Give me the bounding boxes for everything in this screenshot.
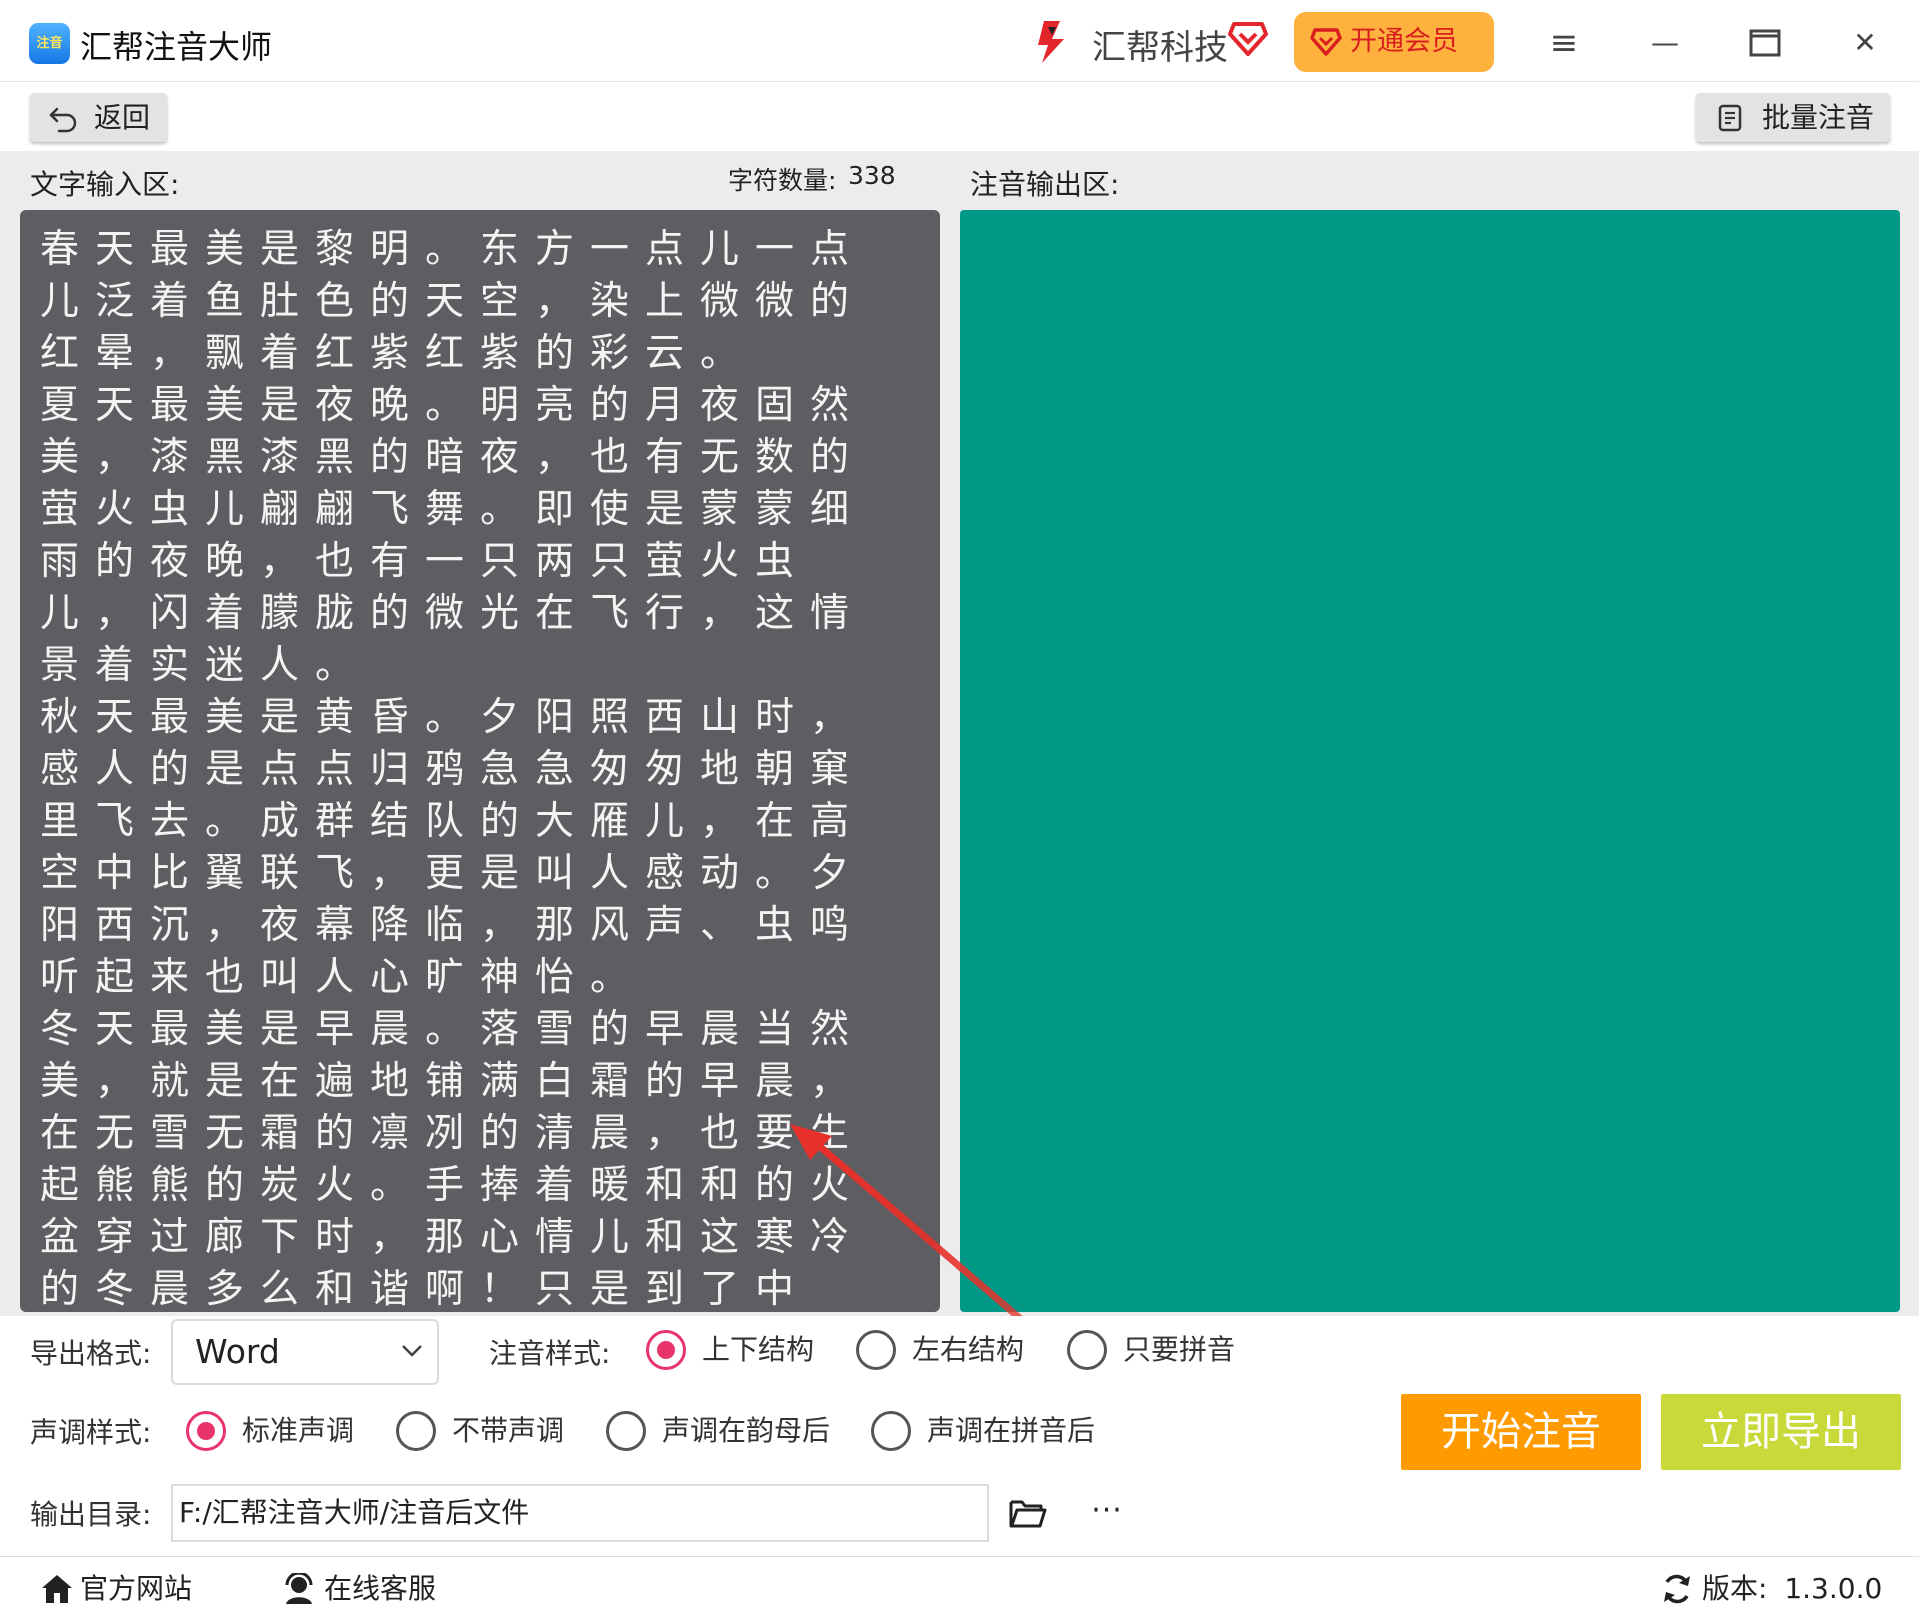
- char-count-value: 338: [848, 161, 896, 190]
- back-button[interactable]: 返回: [30, 93, 167, 142]
- batch-annotate-label: 批量注音: [1762, 101, 1875, 134]
- export-format-select[interactable]: Word: [171, 1319, 439, 1385]
- refresh-icon: [1664, 1574, 1690, 1604]
- online-service-link[interactable]: 在线客服: [282, 1569, 436, 1609]
- tone-option-after-final[interactable]: 声调在韵母后: [606, 1411, 830, 1451]
- radio-unselected-icon: [856, 1330, 896, 1370]
- vip-button[interactable]: 开通会员: [1294, 12, 1494, 72]
- back-button-label: 返回: [94, 101, 151, 134]
- tone-option-after-pinyin[interactable]: 声调在拼音后: [871, 1411, 1095, 1451]
- input-area-label: 文字输入区:: [30, 168, 180, 201]
- radio-unselected-icon: [606, 1411, 646, 1451]
- style-option-label: 上下结构: [702, 1333, 815, 1366]
- work-area: 文字输入区: 字符数量: 338 注音输出区: 春天最美是黎明。东方一点儿一点儿…: [0, 151, 1919, 1460]
- tone-option-standard[interactable]: 标准声调: [186, 1411, 354, 1451]
- output-dir-field[interactable]: F:/汇帮注音大师/注音后文件: [171, 1484, 989, 1542]
- tone-option-none[interactable]: 不带声调: [396, 1411, 564, 1451]
- app-title: 汇帮注音大师: [80, 28, 273, 66]
- official-website-label: 官方网站: [80, 1572, 193, 1605]
- title-bar: 注音 汇帮注音大师 汇帮科技 开通会员 ≡ — ✕: [0, 0, 1919, 82]
- brand-logo-icon: [1038, 21, 1064, 63]
- folder-open-icon[interactable]: [1008, 1496, 1048, 1530]
- tone-option-label: 标准声调: [242, 1414, 355, 1447]
- tone-option-label: 声调在韵母后: [662, 1414, 831, 1447]
- settings-panel: 导出格式: Word 注音样式: 上下结构 左右结构 只要拼音 声调样式: 标准…: [0, 1316, 1919, 1556]
- export-format-value: Word: [195, 1332, 280, 1371]
- radio-unselected-icon: [1067, 1330, 1107, 1370]
- customer-service-icon: [285, 1573, 313, 1604]
- diamond-icon: [1310, 28, 1342, 56]
- diamond-badge-icon: [1228, 22, 1268, 56]
- maximize-glyph: [1749, 29, 1781, 57]
- close-icon[interactable]: ✕: [1840, 18, 1890, 68]
- start-annotate-button[interactable]: 开始注音: [1401, 1394, 1641, 1470]
- export-now-button[interactable]: 立即导出: [1661, 1394, 1901, 1470]
- version-value: 1.3.0.0: [1784, 1572, 1883, 1605]
- chevron-down-icon: [402, 1345, 422, 1357]
- online-service-label: 在线客服: [324, 1572, 437, 1605]
- radio-selected-icon: [646, 1330, 686, 1370]
- vip-button-label: 开通会员: [1350, 26, 1458, 57]
- home-icon: [42, 1575, 72, 1603]
- style-option-left-right[interactable]: 左右结构: [856, 1330, 1024, 1370]
- app-logo-icon: 注音: [29, 23, 70, 64]
- radio-unselected-icon: [396, 1411, 436, 1451]
- annotation-style-label: 注音样式:: [489, 1337, 611, 1370]
- output-area-label: 注音输出区:: [970, 168, 1120, 201]
- tone-option-label: 不带声调: [452, 1414, 565, 1447]
- version-label: 版本:: [1702, 1572, 1768, 1605]
- radio-unselected-icon: [871, 1411, 911, 1451]
- toolbar: 返回 批量注音: [0, 83, 1919, 151]
- style-option-label: 左右结构: [912, 1333, 1025, 1366]
- output-dir-label: 输出目录:: [30, 1498, 152, 1531]
- radio-selected-icon: [186, 1411, 226, 1451]
- brand-name: 汇帮科技: [1092, 28, 1228, 68]
- more-options-icon[interactable]: ···: [1088, 1494, 1126, 1528]
- tone-style-label: 声调样式:: [30, 1416, 152, 1449]
- style-option-top-bottom[interactable]: 上下结构: [646, 1330, 814, 1370]
- version-info[interactable]: 版本: 1.3.0.0: [1660, 1569, 1882, 1609]
- char-count-label: 字符数量:: [728, 166, 837, 195]
- back-arrow-icon: [49, 107, 77, 133]
- tone-option-label: 声调在拼音后: [927, 1414, 1096, 1447]
- footer-bar: 官方网站 在线客服 版本: 1.3.0.0: [0, 1556, 1919, 1619]
- style-option-pinyin-only[interactable]: 只要拼音: [1067, 1330, 1235, 1370]
- official-website-link[interactable]: 官方网站: [40, 1569, 192, 1609]
- document-icon: [1718, 104, 1742, 132]
- minimize-icon[interactable]: —: [1640, 18, 1690, 68]
- maximize-icon[interactable]: [1740, 18, 1790, 68]
- batch-annotate-button[interactable]: 批量注音: [1696, 93, 1890, 142]
- style-option-label: 只要拼音: [1123, 1333, 1236, 1366]
- menu-icon[interactable]: ≡: [1539, 18, 1589, 68]
- export-format-label: 导出格式:: [30, 1337, 152, 1370]
